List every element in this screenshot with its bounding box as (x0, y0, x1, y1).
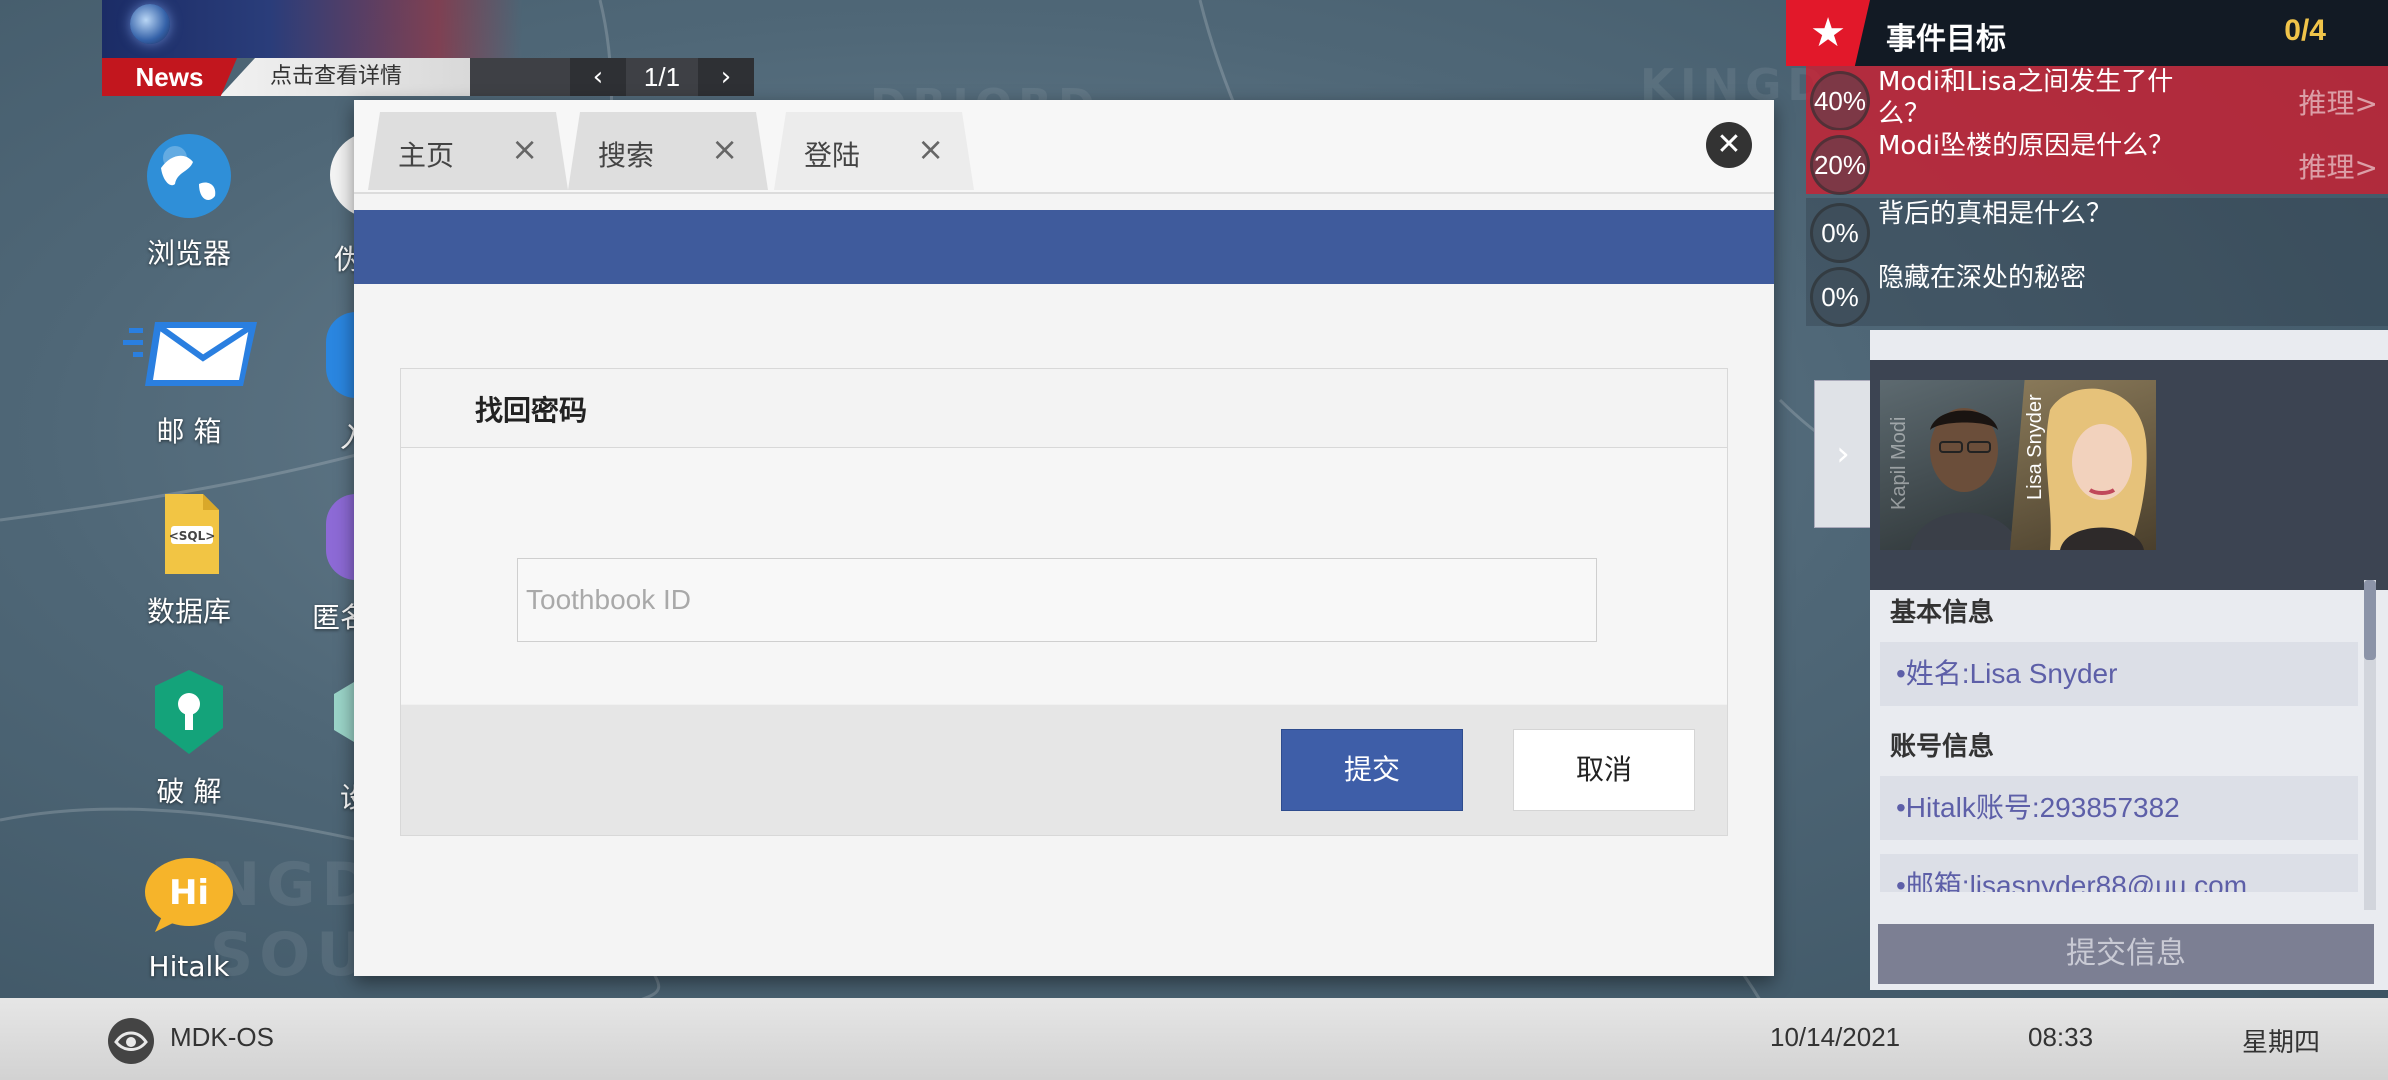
character-info-panel: Kapil Modi Lisa Snyder 基本信息 •姓名:Lisa Sny… (1870, 330, 2388, 990)
tab-close-icon[interactable]: × (917, 130, 944, 168)
taskbar: MDK-OS 10/14/2021 08:33 星期四 (0, 998, 2388, 1080)
tab-bar: 主页 × 搜索 × 登陆 × ✕ (354, 100, 1774, 194)
objective-item[interactable]: 20% Modi坠楼的原因是什么？ 推理> (1806, 130, 2388, 195)
news-bar: 点击查看详情 News ‹ 1/1 › (102, 58, 754, 96)
basic-info-heading: 基本信息 (1890, 598, 1995, 628)
info-name-item[interactable]: •姓名:Lisa Snyder (1880, 642, 2358, 706)
tab-close-icon[interactable]: × (711, 130, 738, 168)
toothbook-id-input[interactable] (517, 558, 1597, 642)
desktop-icon-label: 邮 箱 (156, 415, 222, 448)
desktop-icon-label: 入 (340, 416, 354, 456)
star-icon: ★ (1786, 0, 1870, 66)
mail-icon (123, 306, 257, 402)
info-hitalk-item[interactable]: •Hitalk账号:293857382 (1880, 776, 2358, 840)
tab-login[interactable]: 登陆 × (774, 112, 974, 190)
tab-close-icon[interactable]: × (511, 130, 538, 168)
objective-text: Modi坠楼的原因是什么？ (1878, 131, 2175, 161)
database-icon: <SQL> (141, 486, 237, 582)
taskbar-date: 10/14/2021 (1770, 1022, 1901, 1052)
photo-name-label: Lisa Snyder (2024, 394, 2046, 500)
character-photos: Kapil Modi Lisa Snyder (1870, 360, 2388, 590)
objective-progress: 20% (1810, 135, 1870, 195)
globe-icon (141, 128, 237, 224)
desktop-icon-label: 破 解 (156, 775, 222, 808)
os-name: MDK-OS (170, 1022, 274, 1052)
info-email-item[interactable]: •邮箱:lisasnyder88@uu.com (1880, 854, 2358, 892)
desktop-icon-hitalk[interactable]: Hi Hitalk (114, 846, 264, 983)
objective-text: 隐藏在深处的秘密 (1878, 263, 2087, 293)
taskbar-time: 08:33 (2028, 1022, 2094, 1052)
svg-text:<SQL>: <SQL> (169, 529, 216, 543)
desktop-icon-database[interactable]: <SQL> 数据库 (114, 486, 264, 630)
photo-name-label: Kapil Modi (1888, 416, 1910, 510)
anonymous-icon (326, 494, 356, 580)
panel-body (401, 448, 1727, 704)
globe-logo-icon (130, 4, 170, 44)
reason-button[interactable]: 推理> (2299, 82, 2378, 122)
objective-progress: 0% (1810, 267, 1870, 327)
objective-item[interactable]: 40% Modi和Lisa之间发生了什么？ 推理> (1806, 66, 2388, 131)
tab-search[interactable]: 搜索 × (568, 112, 768, 190)
intrude-icon (326, 312, 356, 398)
submit-info-button[interactable]: 提交信息 (1878, 924, 2374, 984)
tab-label: 搜索 (598, 139, 655, 172)
info-scrollbar[interactable] (2364, 580, 2376, 910)
desktop-icon-label: 设 (340, 776, 354, 816)
site-header-band (354, 210, 1774, 284)
objective-text: 背后的真相是什么？ (1878, 199, 2113, 229)
objective-text: Modi和Lisa之间发生了什么？ (1878, 67, 2174, 129)
hitalk-icon: Hi (141, 846, 237, 942)
desktop-icon-label: 伪 (334, 243, 354, 276)
objectives-header: ★ 事件目标 0/4 (1786, 0, 2388, 66)
news-label: News (102, 58, 237, 96)
shield-key-icon (141, 666, 237, 762)
desktop-icon-browser[interactable]: 浏览器 (114, 128, 264, 272)
news-pager: ‹ 1/1 › (470, 58, 754, 96)
objectives-count: 0/4 (2284, 14, 2326, 47)
objective-item[interactable]: 0% 背后的真相是什么？ (1806, 198, 2388, 263)
svg-text:Hi: Hi (169, 873, 209, 913)
desktop-icon-mail[interactable]: 邮 箱 (114, 306, 264, 450)
objectives-title: 事件目标 (1886, 22, 2006, 57)
password-recovery-panel: 找回密码 提交 取消 (400, 368, 1728, 836)
tab-label: 登陆 (804, 139, 861, 172)
reason-button[interactable]: 推理> (2299, 146, 2378, 186)
browser-window: 主页 × 搜索 × 登陆 × ✕ 找回密码 提交 取消 (354, 100, 1774, 976)
tab-home[interactable]: 主页 × (368, 112, 568, 190)
news-prev-button[interactable]: ‹ (570, 58, 626, 96)
scrollbar-thumb[interactable] (2364, 580, 2376, 660)
news-next-button[interactable]: › (698, 58, 754, 96)
objective-progress: 40% (1810, 71, 1870, 131)
settings-icon (334, 682, 354, 742)
panel-title: 找回密码 (475, 394, 588, 427)
tab-label: 主页 (398, 139, 455, 172)
eye-logo-icon[interactable] (108, 1018, 154, 1064)
desktop-icon-crack[interactable]: 破 解 (114, 666, 264, 810)
desktop-icon-label: 匿名 (312, 601, 354, 634)
desktop-icon-label: 数据库 (146, 595, 231, 628)
account-info-heading: 账号信息 (1890, 732, 1995, 762)
submit-button[interactable]: 提交 (1281, 729, 1463, 811)
desktop-icon-label: 浏览器 (146, 237, 231, 270)
close-icon[interactable]: ✕ (1706, 122, 1752, 168)
panel-header: 找回密码 (401, 369, 1727, 448)
taskbar-weekday: 星期四 (2242, 1028, 2321, 1058)
cancel-button[interactable]: 取消 (1513, 729, 1695, 811)
desktop-icon-label: Hitalk (148, 950, 230, 983)
objective-item[interactable]: 0% 隐藏在深处的秘密 (1806, 262, 2388, 327)
panel-footer: 提交 取消 (401, 705, 1727, 835)
news-page-indicator: 1/1 (643, 62, 681, 92)
objective-progress: 0% (1810, 203, 1870, 263)
collapse-panel-button[interactable]: › (1814, 380, 1872, 528)
